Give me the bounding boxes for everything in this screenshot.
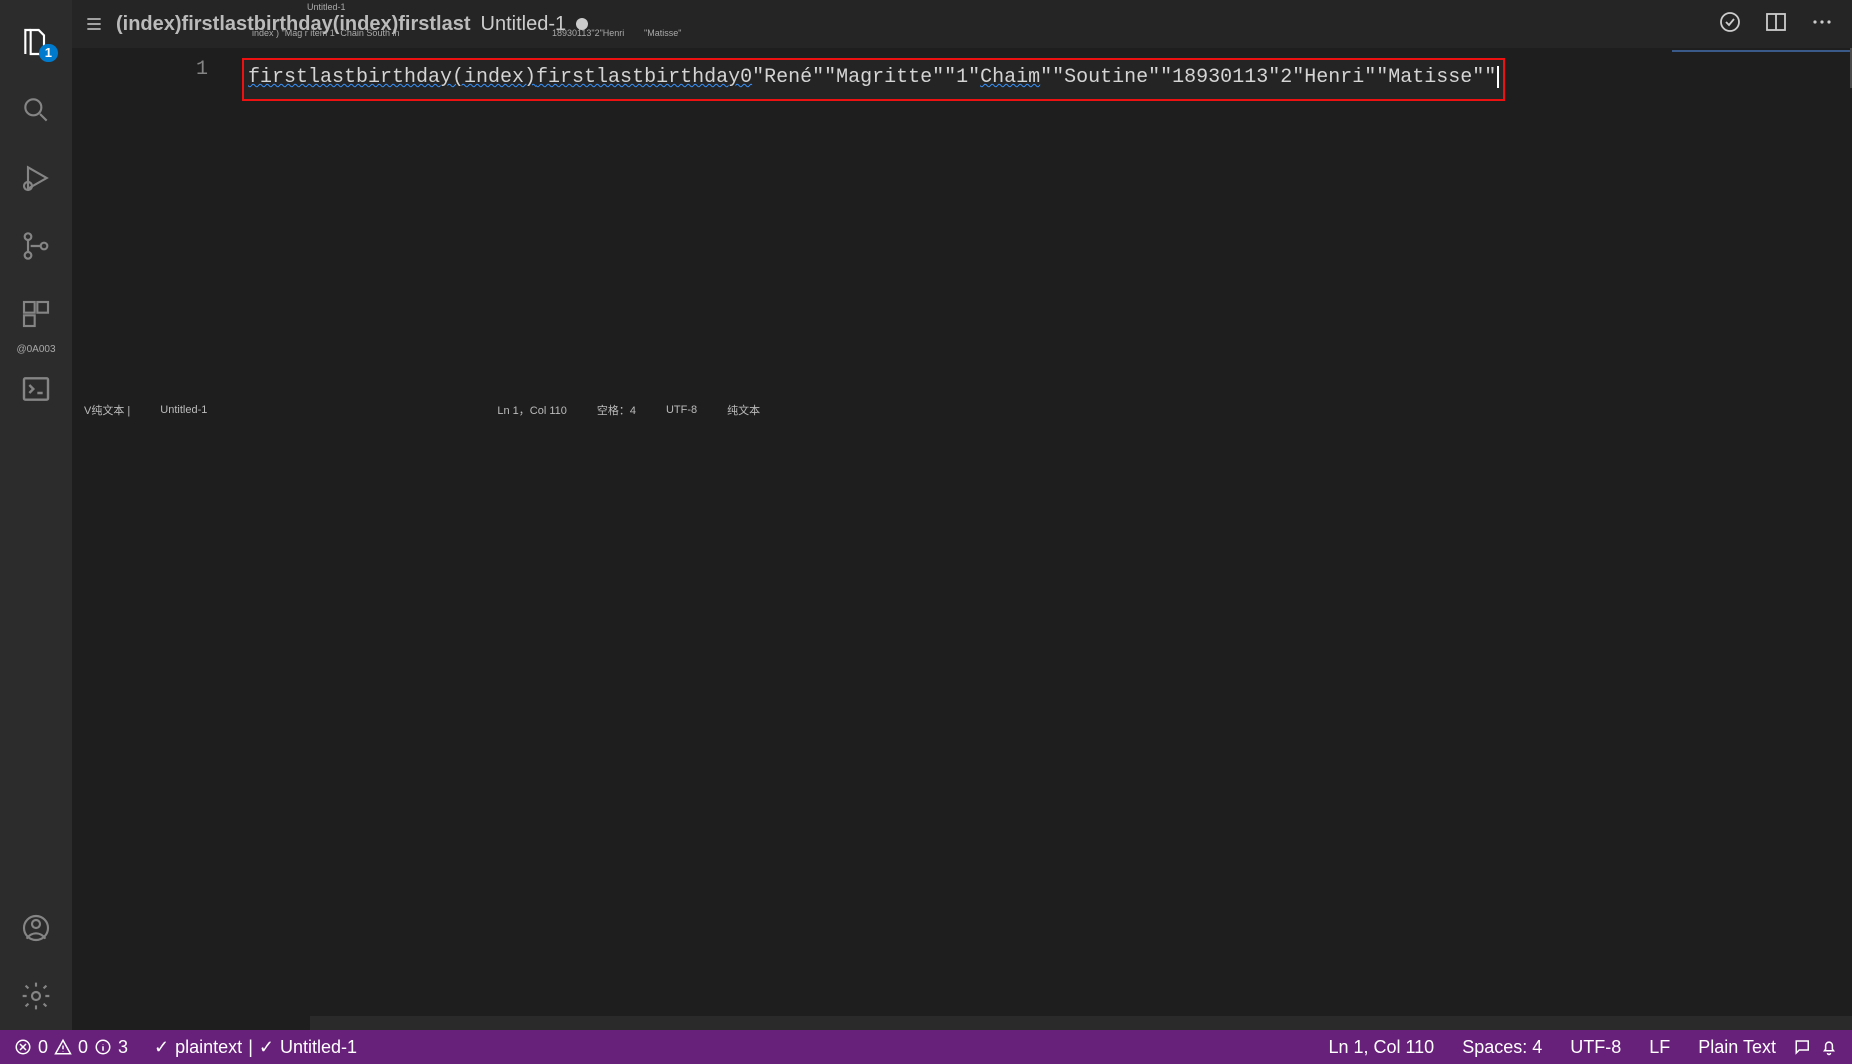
minimap[interactable] [1672, 48, 1852, 1016]
code-line-1: firstlastbirthday(index)firstlastbirthda… [242, 58, 1505, 101]
run-debug-icon[interactable] [12, 154, 60, 202]
minimap-line-marker [1672, 50, 1852, 52]
editor-column: (index)firstlastbirthday(index)firstlast… [72, 0, 1852, 1030]
editor-body: 1 firstlastbirthday(index)firstlastbirth… [72, 48, 1852, 1016]
status-info-count: 3 [118, 1037, 128, 1058]
inner-status-indent[interactable]: 空格：4 [597, 402, 636, 418]
text-cursor [1497, 66, 1499, 88]
dirty-indicator-icon [576, 18, 588, 30]
horizontal-scrollbar[interactable] [72, 1016, 1852, 1030]
inner-status-mode[interactable]: V纯文本 | [84, 402, 130, 418]
tab-label: Untitled-1 [481, 13, 567, 36]
run-checklist-icon[interactable] [1718, 10, 1742, 39]
horizontal-scrollbar-track[interactable] [310, 1016, 1852, 1030]
extensions-icon[interactable] [12, 290, 60, 338]
status-problems[interactable]: 0 0 3 [14, 1037, 128, 1058]
status-eol[interactable]: LF [1639, 1037, 1680, 1058]
split-editor-icon[interactable] [1764, 10, 1788, 39]
tab-untitled[interactable]: Untitled-1 [481, 13, 589, 36]
source-control-icon[interactable] [12, 222, 60, 270]
status-bell-icon[interactable] [1820, 1038, 1838, 1056]
status-cursor-pos[interactable]: Ln 1, Col 110 [1318, 1037, 1444, 1058]
activity-bar: 1 @0A003 [0, 0, 72, 1030]
status-bar: 0 0 3 plaintext | Untitled-1 Ln 1, Col 1… [0, 1030, 1852, 1064]
status-errors-count: 0 [38, 1037, 48, 1058]
status-lint-sep: | [248, 1037, 253, 1058]
terminal-icon[interactable] [12, 365, 60, 413]
inner-status-file[interactable]: Untitled-1 [160, 404, 207, 416]
tab-hover-title: Untitled-1 [307, 2, 346, 12]
status-lint[interactable]: plaintext | Untitled-1 [154, 1037, 357, 1058]
line-number: 1 [72, 58, 208, 81]
account-icon[interactable] [12, 904, 60, 952]
settings-gear-icon[interactable] [12, 972, 60, 1020]
status-lint-file: Untitled-1 [259, 1037, 357, 1058]
account-id-label: @0A003 [16, 344, 55, 355]
status-feedback-icon[interactable] [1794, 1038, 1812, 1056]
menu-icon[interactable] [84, 14, 104, 34]
editor-actions [1718, 10, 1852, 39]
status-warnings-count: 0 [78, 1037, 88, 1058]
status-lint-mode: plaintext [154, 1037, 242, 1058]
inner-status-encoding[interactable]: UTF-8 [666, 404, 697, 416]
search-icon[interactable] [12, 86, 60, 134]
breadcrumb[interactable]: (index)firstlastbirthday(index)firstlast [116, 13, 471, 36]
inner-status-row: V纯文本 | Untitled-1 Ln 1，Col 110 空格：4 UTF-… [84, 402, 760, 418]
more-actions-icon[interactable] [1810, 10, 1834, 39]
tab-hover-subtext3: "Matisse" [644, 28, 681, 38]
app-root: 1 @0A003 [0, 0, 1852, 1064]
code-area[interactable]: firstlastbirthday(index)firstlastbirthda… [242, 48, 1672, 1016]
main-row: 1 @0A003 [0, 0, 1852, 1030]
explorer-icon[interactable]: 1 [12, 18, 60, 66]
status-indent[interactable]: Spaces: 4 [1452, 1037, 1552, 1058]
status-language[interactable]: Plain Text [1688, 1037, 1786, 1058]
tab-bar: (index)firstlastbirthday(index)firstlast… [72, 0, 1852, 48]
inner-status-lang[interactable]: 纯文本 [727, 402, 760, 418]
line-gutter: 1 [72, 48, 242, 1016]
status-encoding[interactable]: UTF-8 [1560, 1037, 1631, 1058]
inner-status-pos[interactable]: Ln 1，Col 110 [497, 402, 567, 418]
explorer-badge: 1 [39, 44, 58, 62]
